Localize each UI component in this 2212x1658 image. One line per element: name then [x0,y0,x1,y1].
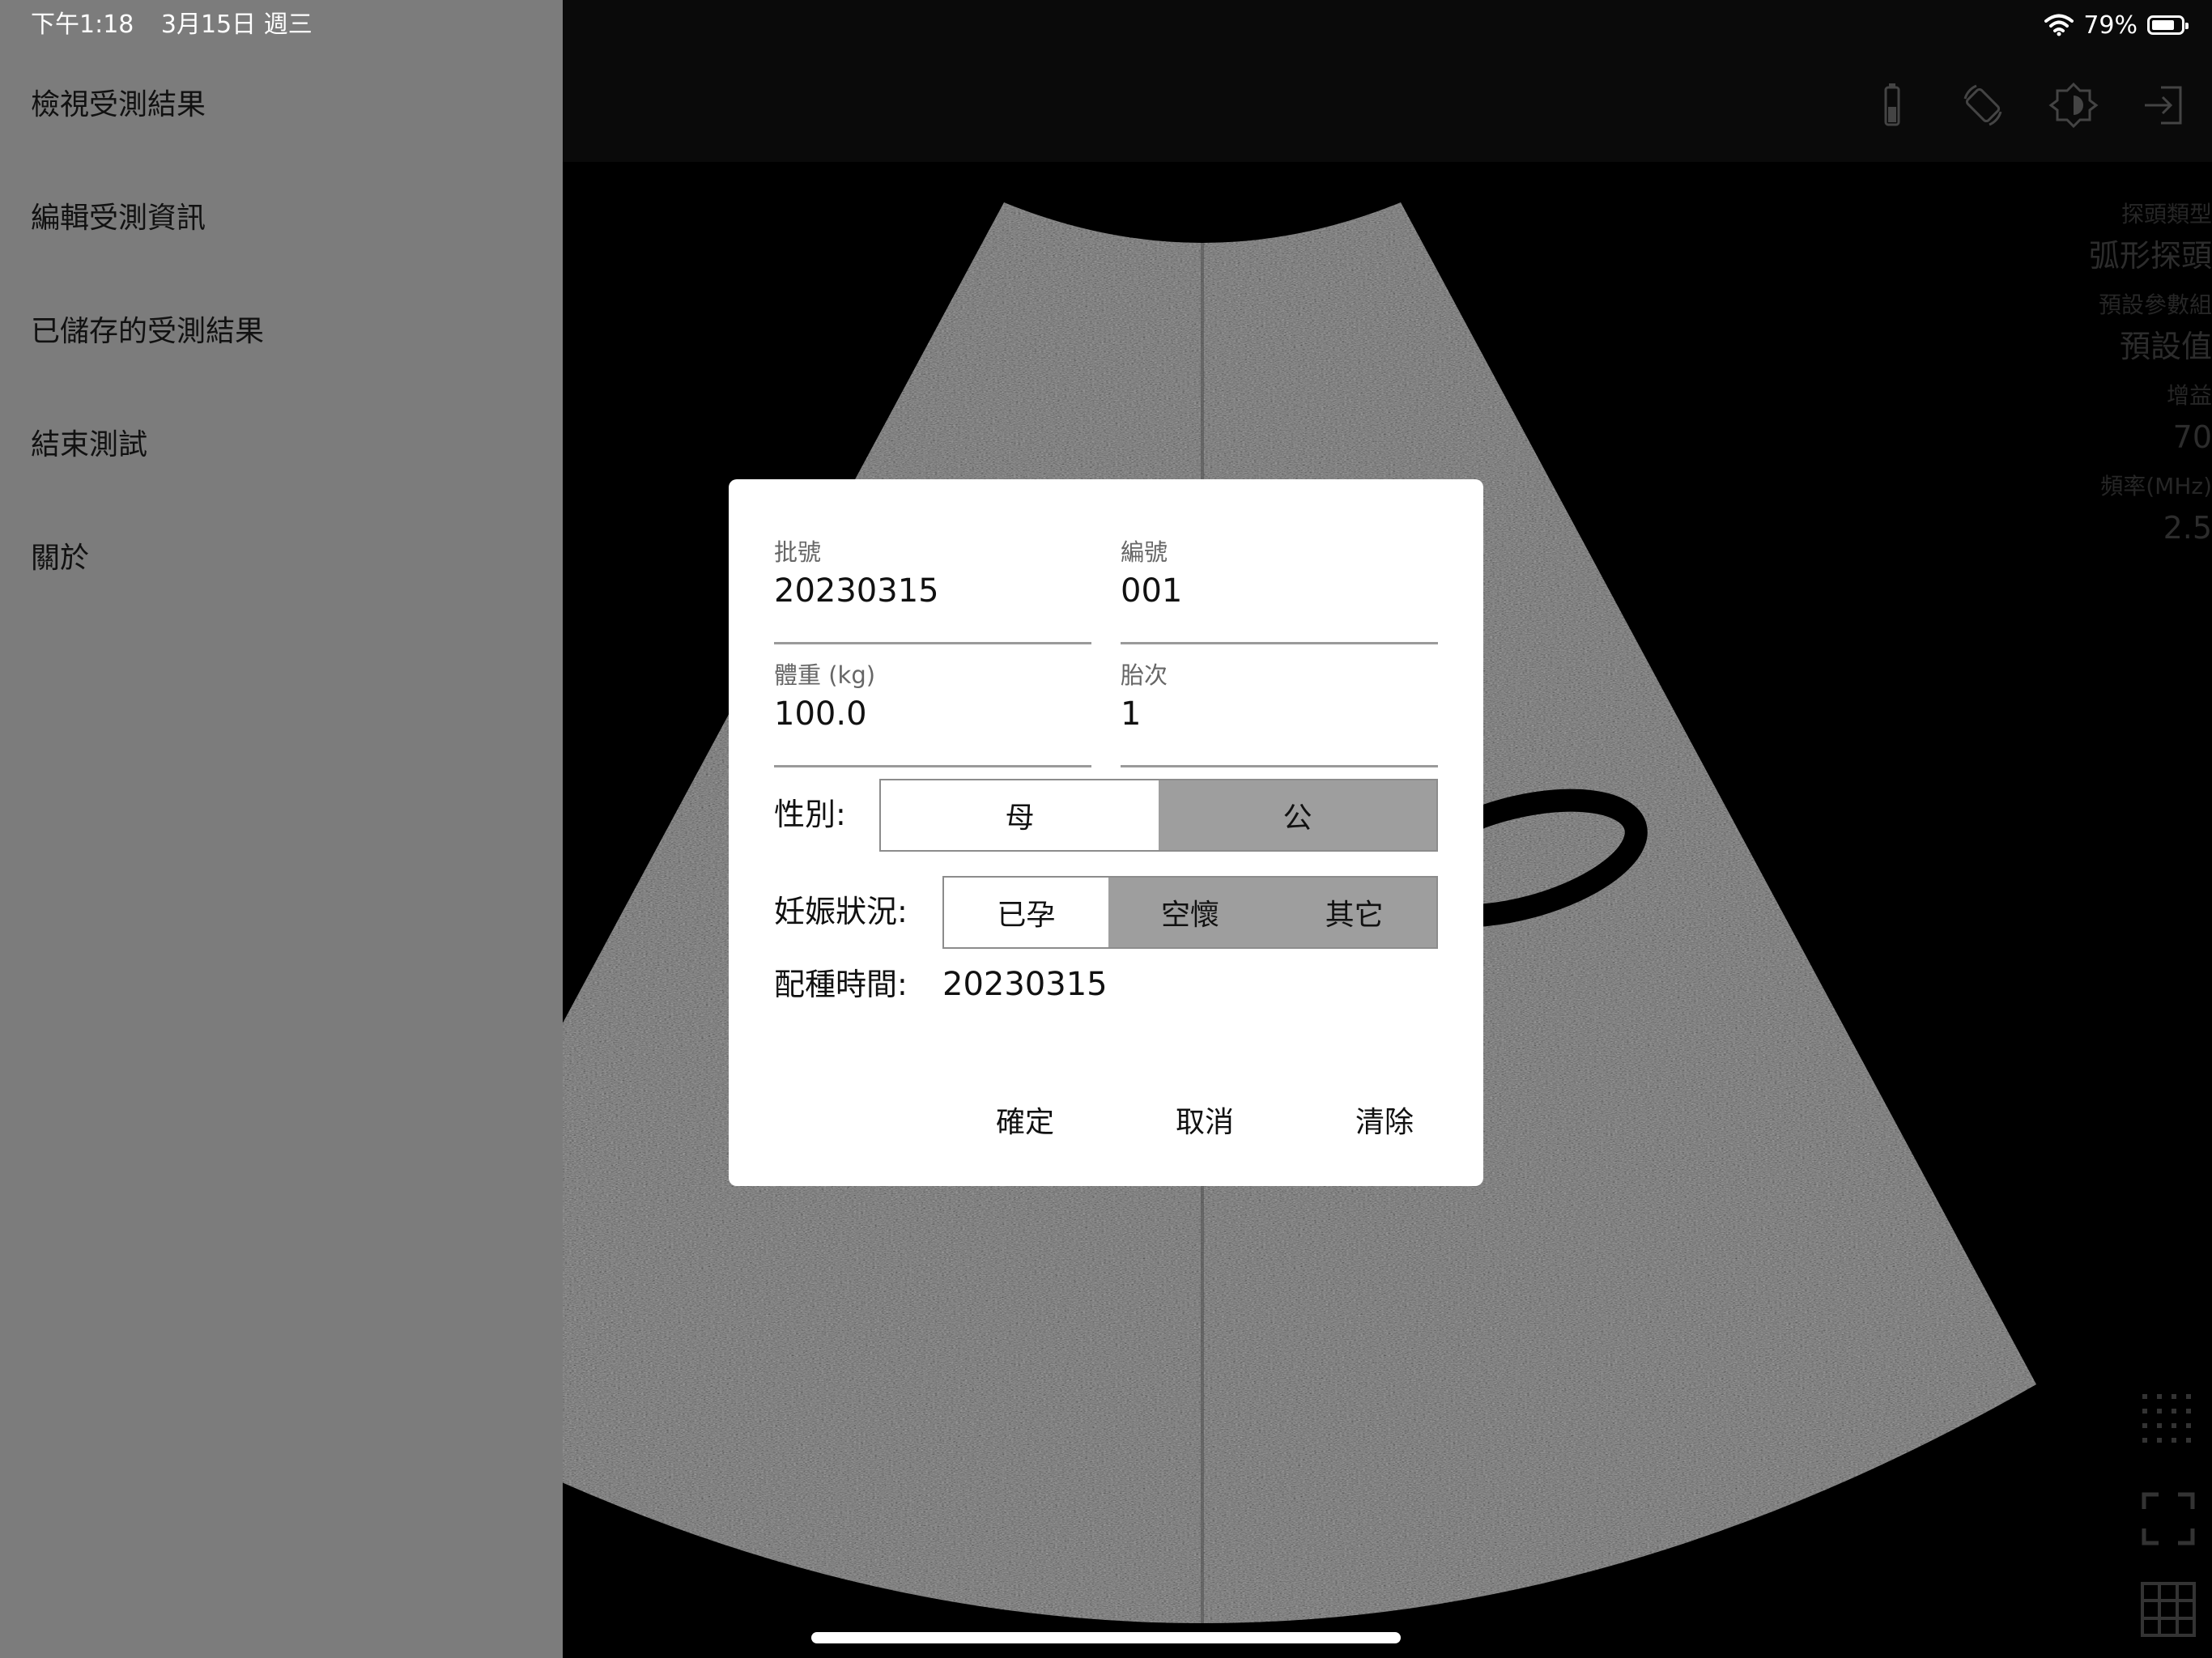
weight-input[interactable] [774,691,1091,737]
wifi-icon [2044,14,2074,36]
subject-info-dialog: 批號 編號 體重 (kg) 胎次 性別: 母 公 妊娠狀況: 已孕 空懷 其它 … [729,479,1483,1186]
exit-icon[interactable] [2138,79,2190,131]
home-indicator[interactable] [811,1632,1401,1643]
number-label: 編號 [1121,538,1168,566]
batch-field[interactable]: 批號 [774,528,1091,644]
status-time: 下午1:18 [31,11,134,39]
battery-fill [2152,20,2174,30]
status-date: 3月15日 週三 [160,11,313,39]
menu-item-end-test[interactable]: 結束測試 [31,421,147,470]
batch-label: 批號 [774,538,822,566]
pregnancy-option-pregnant[interactable]: 已孕 [944,878,1108,947]
parity-field[interactable]: 胎次 [1121,651,1438,767]
confirm-button[interactable]: 確定 [964,1095,1086,1151]
number-field[interactable]: 編號 [1121,528,1438,644]
rotate-screen-icon[interactable] [1957,79,2009,131]
pregnancy-option-empty[interactable]: 空懷 [1108,878,1273,947]
weight-label: 體重 (kg) [774,661,876,689]
weight-field[interactable]: 體重 (kg) [774,651,1091,767]
menu-item-edit-info[interactable]: 編輯受測資訊 [31,194,206,243]
status-bar-right: 79% [2044,8,2189,42]
frequency-value: 2.5 [2163,510,2212,546]
cancel-button[interactable]: 取消 [1144,1095,1266,1151]
frequency-label: 頻率(MHz) [2100,473,2212,500]
batch-input[interactable] [774,568,1091,614]
sex-option-female[interactable]: 母 [881,780,1159,850]
menu-item-about[interactable]: 關於 [31,534,89,583]
parameter-info-panel: 探頭類型 弧形探頭 預設參數組 預設值 增益 70 頻率(MHz) 2.5 [2034,198,2212,561]
sex-segmented-control: 母 公 [879,779,1438,852]
menu-item-saved-results[interactable]: 已儲存的受測結果 [31,308,264,356]
gain-value: 70 [2172,419,2212,455]
grid-icon[interactable] [2139,1580,2197,1639]
fullscreen-icon[interactable] [2139,1490,2197,1548]
sex-option-male[interactable]: 公 [1159,780,1436,850]
dotted-grid-icon[interactable] [2139,1391,2197,1449]
brightness-icon[interactable] [2048,79,2099,131]
battery-percent: 79% [2083,11,2138,40]
top-toolbar [563,0,2212,162]
status-bar-left: 下午1:18 3月15日 週三 [31,8,332,42]
menu-item-view-results[interactable]: 檢視受測結果 [31,81,206,130]
gain-label: 增益 [2166,382,2212,409]
battery-icon[interactable] [1866,79,1918,131]
preset-label: 預設參數組 [2098,291,2212,318]
pregnancy-segmented-control: 已孕 空懷 其它 [942,876,1438,949]
parity-label: 胎次 [1121,661,1168,689]
preset-value: 預設值 [2119,329,2212,364]
sex-label: 性別: [774,797,846,832]
clear-button[interactable]: 清除 [1324,1095,1445,1151]
number-input[interactable] [1121,568,1438,614]
probe-type-value: 弧形探頭 [2088,238,2212,274]
parity-input[interactable] [1121,691,1438,737]
breeding-time-value[interactable]: 20230315 [942,960,1108,1009]
probe-type-label: 探頭類型 [2121,201,2212,227]
side-menu: 檢視受測結果 編輯受測資訊 已儲存的受測結果 結束測試 關於 [0,0,563,1658]
pregnancy-option-other[interactable]: 其它 [1272,878,1437,947]
pregnancy-status-label: 妊娠狀況: [774,894,908,929]
breeding-time-label: 配種時間: [774,967,908,1002]
battery-icon [2147,15,2189,35]
